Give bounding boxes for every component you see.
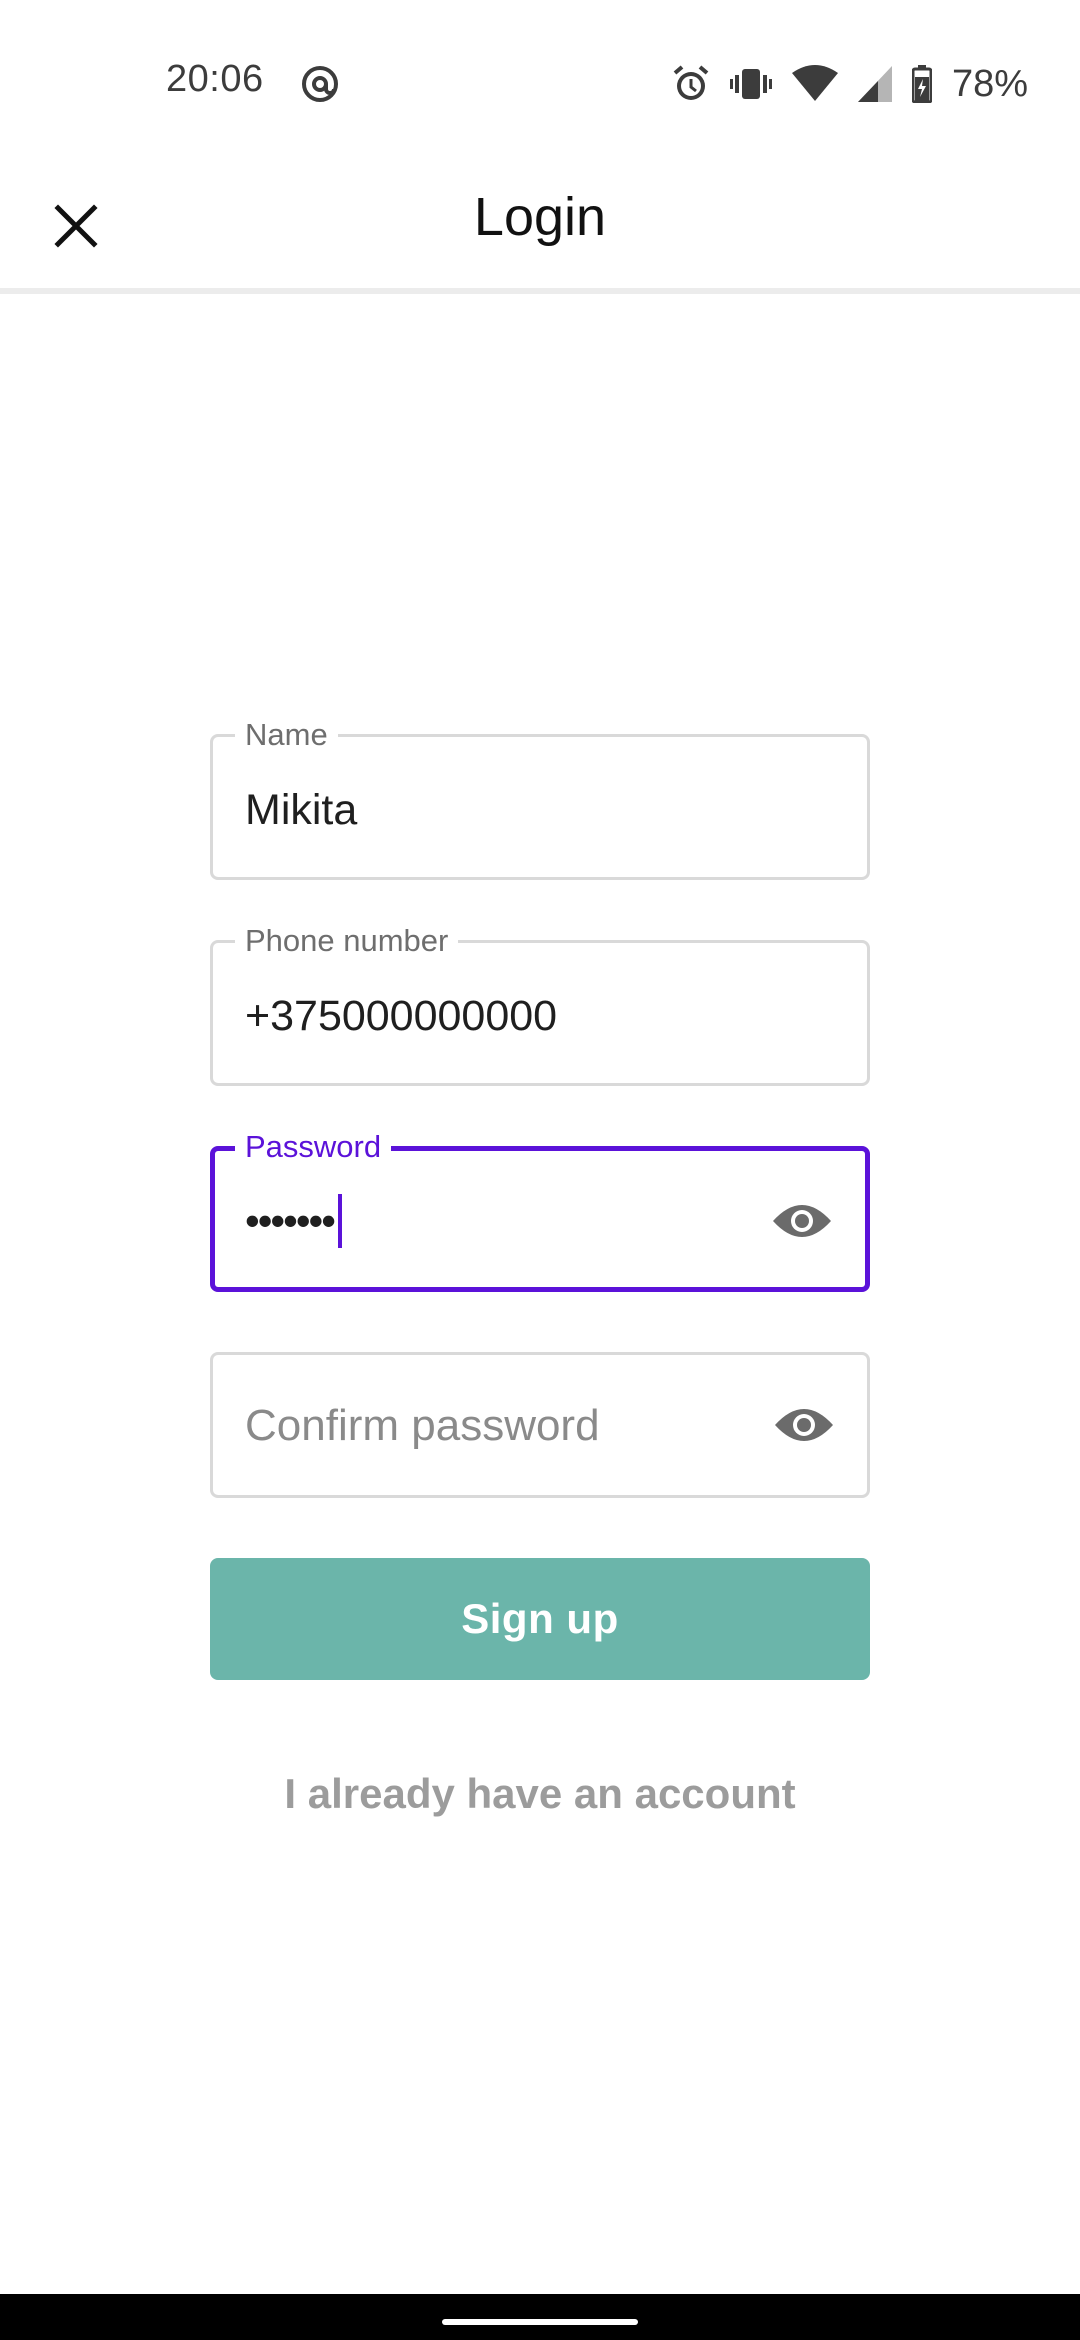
status-icons: 78%: [672, 60, 1028, 108]
phone-field[interactable]: Phone number +375000000000: [210, 921, 870, 1086]
eye-icon: [775, 1409, 833, 1441]
navigation-bar: [0, 2294, 1080, 2340]
confirm-password-visibility-toggle[interactable]: [771, 1395, 837, 1455]
vibrate-icon: [729, 64, 772, 104]
status-bar: 20:06 78%: [0, 0, 1080, 170]
phone-field-label: Phone number: [235, 921, 459, 961]
confirm-password-placeholder: Confirm password: [245, 1401, 600, 1450]
password-masked-text: •••••••: [245, 1197, 336, 1244]
battery-percent: 78%: [951, 62, 1028, 105]
page-title: Login: [473, 187, 607, 247]
name-field-label: Name: [235, 715, 338, 755]
alarm-icon: [672, 64, 710, 104]
name-field-value: Mikita: [245, 786, 358, 834]
battery-icon: [911, 65, 932, 103]
confirm-password-field[interactable]: Confirm password: [210, 1352, 870, 1498]
sign-up-button-label: Sign up: [461, 1595, 619, 1642]
password-field-value: •••••••: [245, 1191, 342, 1251]
eye-icon: [773, 1205, 831, 1237]
status-time: 20:06: [166, 58, 264, 100]
phone-field-value: +375000000000: [245, 992, 558, 1040]
sign-up-button[interactable]: Sign up: [210, 1558, 870, 1680]
home-gesture-handle[interactable]: [442, 2319, 638, 2325]
password-field[interactable]: Password •••••••: [210, 1127, 870, 1292]
password-field-label: Password: [235, 1127, 392, 1167]
wifi-icon: [791, 65, 838, 103]
signal-icon: [857, 66, 892, 102]
login-screen: 20:06 78% Login Name Mikita Phone number…: [0, 0, 1080, 2340]
text-cursor: [337, 1194, 342, 1248]
password-visibility-toggle[interactable]: [769, 1191, 835, 1251]
already-have-account-link[interactable]: I already have an account: [0, 1770, 1080, 1818]
app-bar: Login: [0, 170, 1080, 294]
at-sign-icon: [300, 64, 340, 104]
name-field[interactable]: Name Mikita: [210, 715, 870, 880]
